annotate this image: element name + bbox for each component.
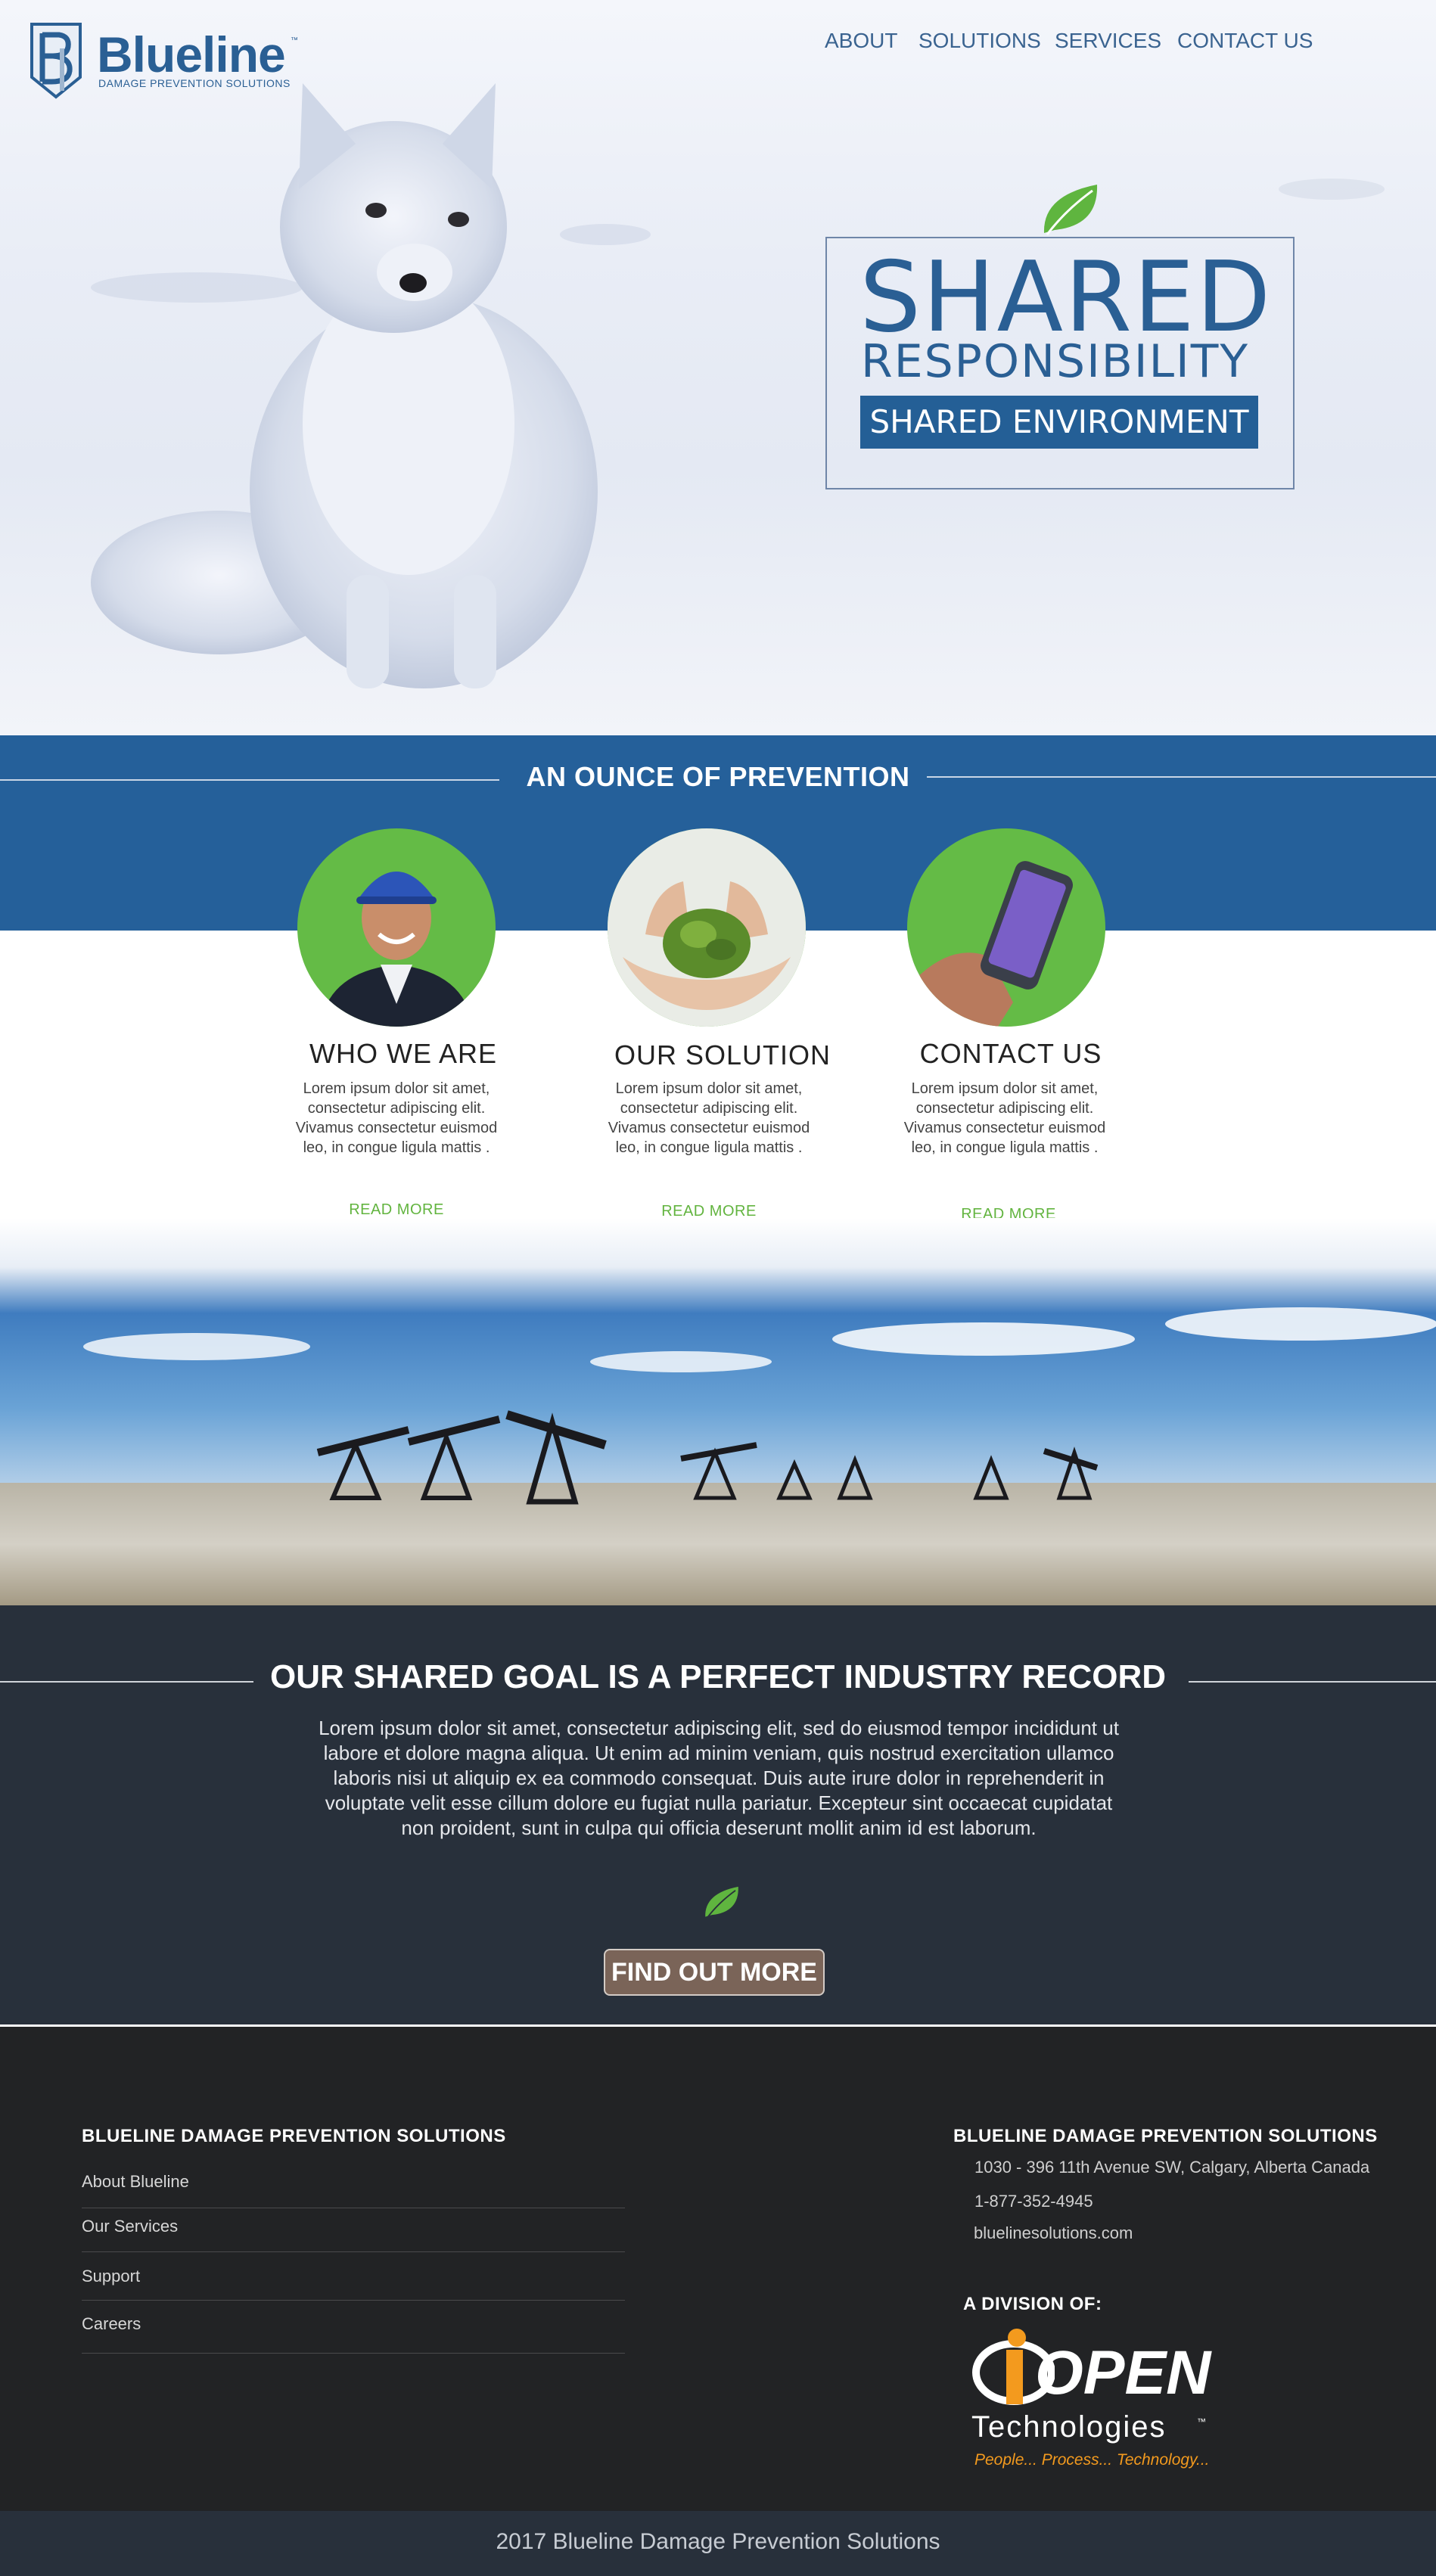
worker-illustration bbox=[320, 872, 473, 1027]
our-solution-image[interactable] bbox=[608, 828, 806, 1027]
blueline-shield-icon bbox=[30, 23, 82, 99]
footer-separator bbox=[82, 2251, 625, 2252]
footer-phone[interactable]: 1-877-352-4945 bbox=[974, 2192, 1093, 2211]
logo-subtitle: DAMAGE PREVENTION SOLUTIONS bbox=[98, 77, 291, 89]
footer-right-heading: BLUELINE DAMAGE PREVENTION SOLUTIONS bbox=[953, 2126, 1378, 2146]
hands-plant-illustration bbox=[608, 828, 806, 1027]
main-nav: ABOUT SOLUTIONS SERVICES CONTACT US bbox=[825, 29, 1369, 56]
logo-trademark: ™ bbox=[291, 36, 298, 45]
footer-separator bbox=[82, 2353, 625, 2354]
nav-contact-us[interactable]: CONTACT US bbox=[1177, 29, 1313, 53]
our-solution-title: OUR SOLUTION bbox=[614, 1039, 831, 1070]
footer-link-support[interactable]: Support bbox=[82, 2267, 625, 2286]
prevention-title: AN OUNCE OF PREVENTION bbox=[0, 761, 1436, 793]
nav-solutions[interactable]: SOLUTIONS bbox=[918, 29, 1041, 53]
phone-in-hand-illustration bbox=[915, 861, 1074, 1027]
footer-website[interactable]: bluelinesolutions.com bbox=[974, 2223, 1133, 2243]
hero-section: Blueline ™ DAMAGE PREVENTION SOLUTIONS A… bbox=[0, 0, 1436, 735]
who-we-are-text: Lorem ipsum dolor sit amet, consectetur … bbox=[295, 1080, 498, 1156]
tagline-line2: RESPONSIBILITY bbox=[861, 335, 1250, 388]
tagline-line3: SHARED ENVIRONMENT bbox=[860, 396, 1258, 449]
division-label: A DIVISION OF: bbox=[963, 2294, 1102, 2314]
contact-us-text: Lorem ipsum dolor sit amet, consectetur … bbox=[903, 1080, 1106, 1156]
footer-left-heading: BLUELINE DAMAGE PREVENTION SOLUTIONS bbox=[82, 2126, 506, 2146]
copyright-text: 2017 Blueline Damage Prevention Solution… bbox=[496, 2529, 940, 2554]
goal-description: Lorem ipsum dolor sit amet, consectetur … bbox=[319, 1717, 1119, 1839]
open-logo-slogan: People... Process... Technology... bbox=[974, 2451, 1210, 2469]
who-we-are-read-more[interactable]: READ MORE bbox=[291, 1201, 502, 1219]
nav-about[interactable]: ABOUT bbox=[825, 29, 897, 53]
leaf-icon bbox=[705, 1886, 738, 1919]
open-logo-trademark: ™ bbox=[1197, 2416, 1206, 2427]
goal-title: OUR SHARED GOAL IS A PERFECT INDUSTRY RE… bbox=[0, 1658, 1436, 1696]
footer-link-about[interactable]: About Blueline bbox=[82, 2172, 625, 2192]
open-logo-wordmark: OPEN bbox=[1035, 2338, 1211, 2407]
logo-wordmark: Blueline bbox=[97, 26, 286, 82]
our-solution-text: Lorem ipsum dolor sit amet, consectetur … bbox=[608, 1080, 810, 1156]
who-we-are-title: WHO WE ARE bbox=[309, 1038, 497, 1069]
contact-us-image[interactable] bbox=[907, 828, 1105, 1027]
contact-us-title: CONTACT US bbox=[919, 1038, 1102, 1069]
open-technologies-logo[interactable]: OPEN Technologies ™ People... Process...… bbox=[971, 2326, 1221, 2474]
blueline-logo[interactable]: Blueline ™ DAMAGE PREVENTION SOLUTIONS bbox=[29, 18, 301, 101]
footer-separator bbox=[82, 2300, 625, 2301]
footer-address: 1030 - 396 11th Avenue SW, Calgary, Albe… bbox=[974, 2158, 1370, 2177]
footer-link-services[interactable]: Our Services bbox=[82, 2217, 625, 2236]
who-we-are-image[interactable] bbox=[297, 828, 496, 1027]
find-out-more-button[interactable]: FIND OUT MORE bbox=[604, 1949, 825, 1996]
oilfield-image bbox=[0, 1218, 1436, 1605]
nav-services[interactable]: SERVICES bbox=[1055, 29, 1161, 53]
tagline-line1: SHARED bbox=[859, 241, 1273, 354]
footer-link-careers[interactable]: Careers bbox=[82, 2314, 625, 2334]
open-logo-technologies: Technologies bbox=[971, 2410, 1167, 2444]
leaf-icon bbox=[1043, 185, 1098, 235]
